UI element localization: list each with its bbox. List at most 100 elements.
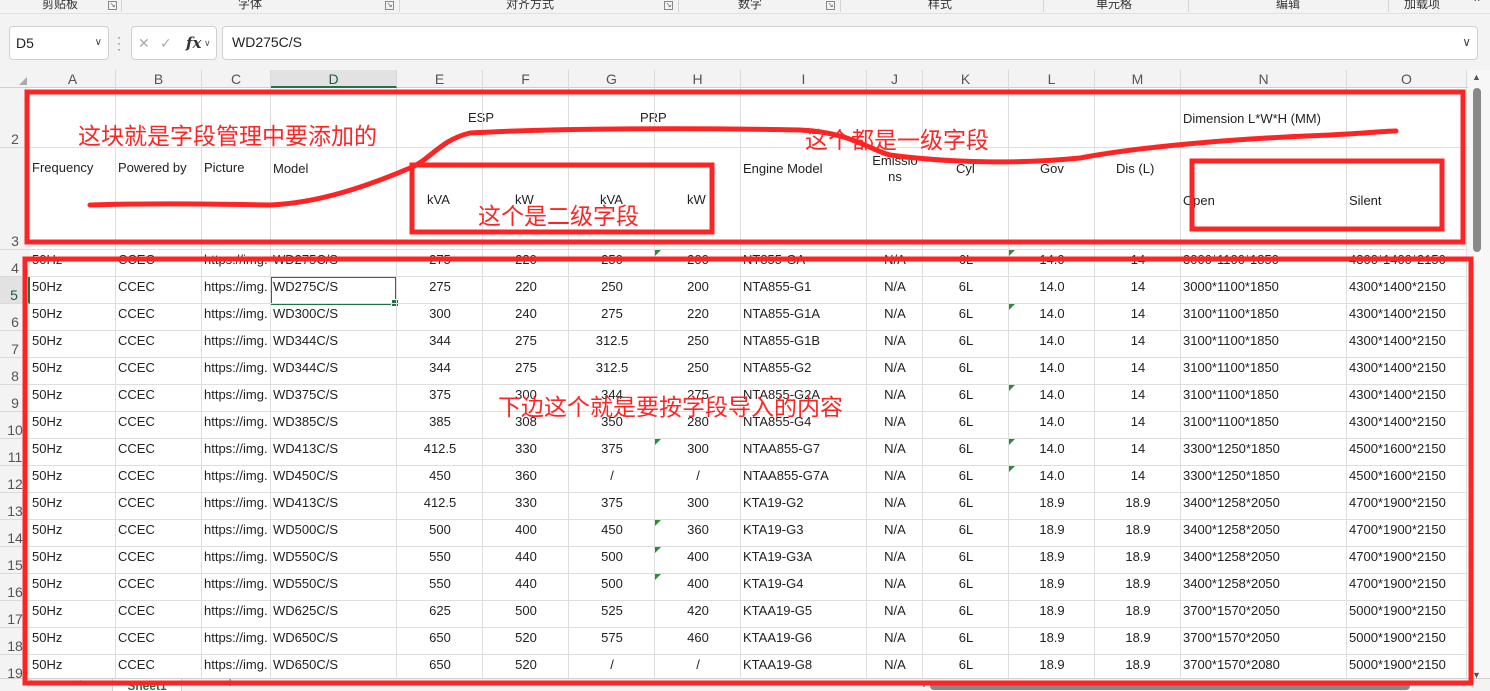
cell-k11[interactable]: 6L	[925, 433, 1007, 459]
header-engine-model[interactable]: Engine Model	[743, 161, 823, 176]
tab-sheet1[interactable]: Sheet1	[112, 679, 182, 691]
cell-h12[interactable]: /	[657, 460, 739, 486]
cell-o16[interactable]: 4700*1900*2150	[1349, 568, 1465, 594]
cell-c4[interactable]: https://img.	[204, 244, 269, 270]
cell-g5[interactable]: 250	[571, 271, 653, 297]
cell-b16[interactable]: CCEC	[118, 568, 200, 594]
column-header-j[interactable]: J	[867, 70, 923, 88]
cell-k4[interactable]: 6L	[925, 244, 1007, 270]
cell-d19[interactable]: WD650C/S	[273, 649, 395, 675]
cell-o7[interactable]: 4300*1400*2150	[1349, 325, 1465, 351]
cell-n5[interactable]: 3000*1100*1850	[1183, 271, 1345, 297]
cell-b17[interactable]: CCEC	[118, 595, 200, 621]
row-header-12[interactable]: 12	[0, 466, 30, 493]
scroll-thumb[interactable]	[1473, 88, 1481, 252]
cell-e13[interactable]: 412.5	[399, 487, 481, 513]
cell-j12[interactable]: N/A	[869, 460, 921, 486]
cell-b19[interactable]: CCEC	[118, 649, 200, 675]
cell-h16[interactable]: 400	[657, 568, 739, 594]
cell-o14[interactable]: 4700*1900*2150	[1349, 514, 1465, 540]
row-header-2[interactable]: 2	[0, 88, 30, 148]
cell-n7[interactable]: 3100*1100*1850	[1183, 325, 1345, 351]
cell-j6[interactable]: N/A	[869, 298, 921, 324]
more-options-icon[interactable]: · · ·	[116, 31, 122, 55]
cell-n8[interactable]: 3100*1100*1850	[1183, 352, 1345, 378]
cell-i14[interactable]: KTA19-G3	[743, 514, 865, 540]
cell-f8[interactable]: 275	[485, 352, 567, 378]
cell-j15[interactable]: N/A	[869, 541, 921, 567]
cell-f6[interactable]: 240	[485, 298, 567, 324]
column-header-h[interactable]: H	[655, 70, 741, 88]
cell-m15[interactable]: 18.9	[1097, 541, 1179, 567]
cell-e4[interactable]: 275	[399, 244, 481, 270]
cell-g4[interactable]: 250	[571, 244, 653, 270]
cell-g11[interactable]: 375	[571, 433, 653, 459]
cell-i17[interactable]: KTAA19-G5	[743, 595, 865, 621]
column-header-a[interactable]: A	[30, 70, 116, 88]
cell-g12[interactable]: /	[571, 460, 653, 486]
cell-b6[interactable]: CCEC	[118, 298, 200, 324]
column-header-n[interactable]: N	[1181, 70, 1347, 88]
cell-k9[interactable]: 6L	[925, 379, 1007, 405]
cell-b18[interactable]: CCEC	[118, 622, 200, 648]
row-header-10[interactable]: 10	[0, 412, 30, 439]
cell-c13[interactable]: https://img.	[204, 487, 269, 513]
cell-b13[interactable]: CCEC	[118, 487, 200, 513]
cell-d8[interactable]: WD344C/S	[273, 352, 395, 378]
cell-f14[interactable]: 400	[485, 514, 567, 540]
cell-n18[interactable]: 3700*1570*2050	[1183, 622, 1345, 648]
ribbon-group-addins[interactable]: 加载项	[1392, 0, 1452, 13]
cell-i13[interactable]: KTA19-G2	[743, 487, 865, 513]
cell-f5[interactable]: 220	[485, 271, 567, 297]
column-header-c[interactable]: C	[202, 70, 271, 88]
cell-j10[interactable]: N/A	[869, 406, 921, 432]
cell-l14[interactable]: 18.9	[1011, 514, 1093, 540]
horizontal-scroll-thumb[interactable]	[930, 682, 1410, 690]
cell-o13[interactable]: 4700*1900*2150	[1349, 487, 1465, 513]
cell-n9[interactable]: 3100*1100*1850	[1183, 379, 1345, 405]
cell-f11[interactable]: 330	[485, 433, 567, 459]
header-cyl[interactable]: Cyl	[956, 161, 975, 176]
cell-m8[interactable]: 14	[1097, 352, 1179, 378]
ribbon-group-editing[interactable]: 编辑	[1258, 0, 1318, 13]
cell-d17[interactable]: WD625C/S	[273, 595, 395, 621]
cell-j5[interactable]: N/A	[869, 271, 921, 297]
cell-a14[interactable]: 50Hz	[32, 514, 114, 540]
cell-l16[interactable]: 18.9	[1011, 568, 1093, 594]
cell-b8[interactable]: CCEC	[118, 352, 200, 378]
cell-e5[interactable]: 275	[399, 271, 481, 297]
cell-m7[interactable]: 14	[1097, 325, 1179, 351]
cell-a15[interactable]: 50Hz	[32, 541, 114, 567]
cell-d5[interactable]: WD275C/S	[273, 271, 395, 297]
header-powered-by[interactable]: Powered by	[118, 160, 187, 175]
insert-function-icon[interactable]: fx	[186, 27, 201, 59]
row-header-3[interactable]: 3	[0, 148, 30, 250]
cell-c11[interactable]: https://img.	[204, 433, 269, 459]
cell-g13[interactable]: 375	[571, 487, 653, 513]
ribbon-group-font[interactable]: 字体	[220, 0, 280, 13]
cell-l12[interactable]: 14.0	[1011, 460, 1093, 486]
cell-l4[interactable]: 14.0	[1011, 244, 1093, 270]
cell-h15[interactable]: 400	[657, 541, 739, 567]
cell-c8[interactable]: https://img.	[204, 352, 269, 378]
row-header-7[interactable]: 7	[0, 331, 30, 358]
cell-c14[interactable]: https://img.	[204, 514, 269, 540]
cell-h11[interactable]: 300	[657, 433, 739, 459]
column-header-i[interactable]: I	[741, 70, 867, 88]
cell-i12[interactable]: NTAA855-G7A	[743, 460, 865, 486]
cell-a6[interactable]: 50Hz	[32, 298, 114, 324]
cell-g18[interactable]: 575	[571, 622, 653, 648]
formula-input[interactable]: WD275C/S ∨	[222, 26, 1478, 60]
cell-j19[interactable]: N/A	[869, 649, 921, 675]
cell-n10[interactable]: 3100*1100*1850	[1183, 406, 1345, 432]
cell-n14[interactable]: 3400*1258*2050	[1183, 514, 1345, 540]
header-dis[interactable]: Dis (L)	[1116, 161, 1154, 176]
cell-l13[interactable]: 18.9	[1011, 487, 1093, 513]
cell-e15[interactable]: 550	[399, 541, 481, 567]
cell-f19[interactable]: 520	[485, 649, 567, 675]
cell-g14[interactable]: 450	[571, 514, 653, 540]
cell-c15[interactable]: https://img.	[204, 541, 269, 567]
column-header-o[interactable]: O	[1347, 70, 1467, 88]
cell-o15[interactable]: 4700*1900*2150	[1349, 541, 1465, 567]
cell-g17[interactable]: 525	[571, 595, 653, 621]
